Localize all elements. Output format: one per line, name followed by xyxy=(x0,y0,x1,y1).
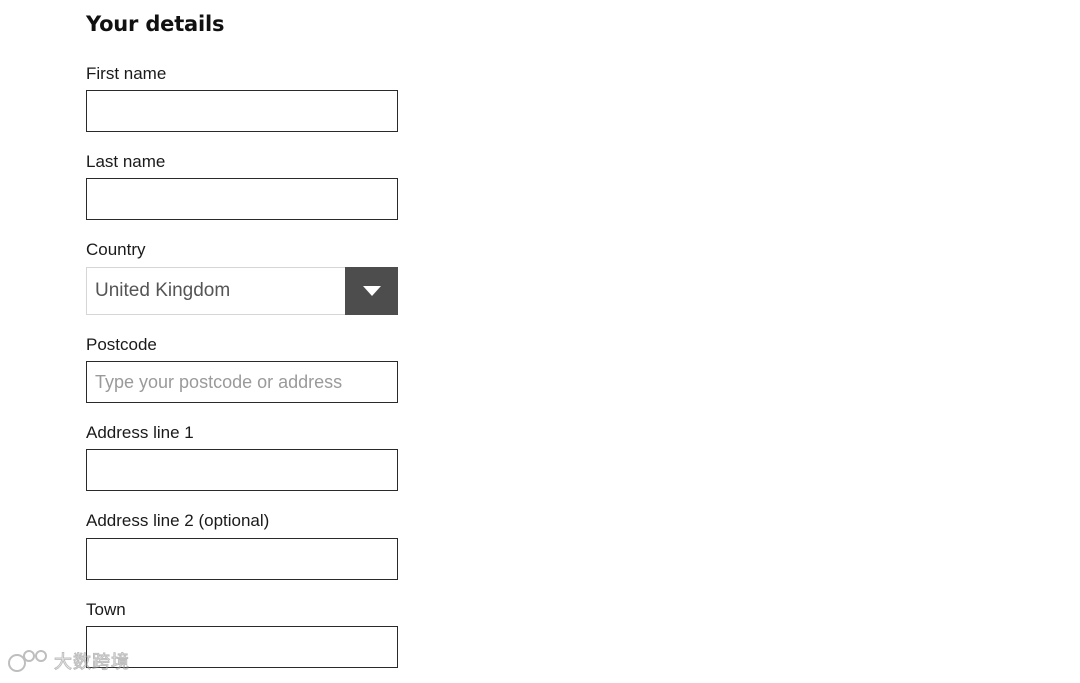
watermark-text: 大数跨境 xyxy=(54,652,130,674)
postcode-input[interactable] xyxy=(86,361,398,403)
chevron-down-icon xyxy=(362,286,381,296)
country-select[interactable]: United Kingdom xyxy=(86,267,398,315)
last-name-label: Last name xyxy=(86,152,166,171)
address-line-1-label: Address line 1 xyxy=(86,423,194,442)
town-input[interactable] xyxy=(86,626,398,668)
last-name-input[interactable] xyxy=(86,178,398,220)
country-select-button[interactable] xyxy=(345,267,398,315)
address-line-1-input[interactable] xyxy=(86,449,398,491)
postcode-label: Postcode xyxy=(86,335,157,354)
first-name-input[interactable] xyxy=(86,90,398,132)
country-label: Country xyxy=(86,240,146,259)
watermark: 大数跨境 xyxy=(8,648,130,674)
section-title: Your details xyxy=(86,12,225,36)
town-label: Town xyxy=(86,600,126,619)
watermark-logo-icon xyxy=(8,650,47,672)
first-name-label: First name xyxy=(86,64,167,83)
address-line-2-label: Address line 2 (optional) xyxy=(86,511,270,530)
country-select-value: United Kingdom xyxy=(95,280,231,301)
address-line-2-input[interactable] xyxy=(86,538,398,580)
